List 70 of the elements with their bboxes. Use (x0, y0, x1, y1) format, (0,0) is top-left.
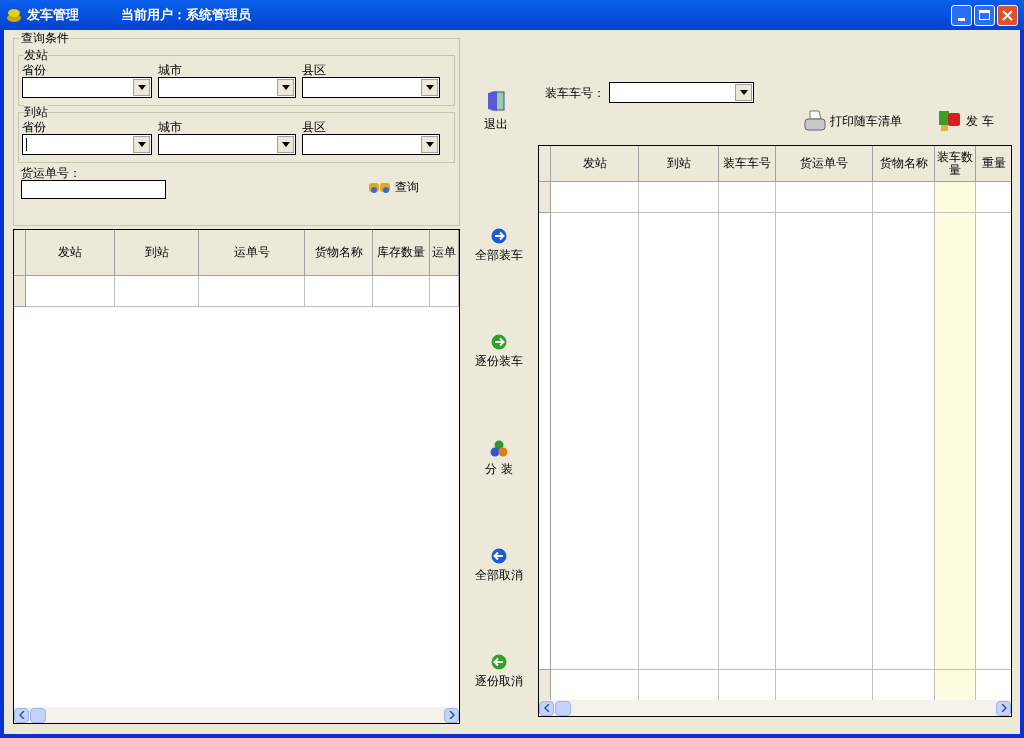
column-header[interactable]: 装车数量 (935, 146, 976, 182)
field-label: 县区 (302, 64, 326, 77)
column-header[interactable]: 货物名称 (873, 146, 935, 182)
transfer-button[interactable]: 逐份取消 (475, 654, 523, 690)
window-title: 发车管理 (27, 6, 79, 25)
dropdown-field[interactable] (22, 77, 152, 98)
table-cell (935, 669, 976, 700)
field-label: 城市 (158, 121, 182, 134)
scroll-right-icon[interactable] (444, 707, 459, 723)
left-arrow-icon (491, 654, 507, 670)
dropdown-field[interactable] (609, 82, 754, 103)
scroll-left-icon[interactable] (539, 700, 554, 716)
right-arrow-icon (491, 228, 507, 244)
groupbox-title: 到站 (24, 105, 48, 119)
column-header[interactable]: 货物名称 (305, 230, 373, 276)
printer-icon (803, 109, 828, 133)
transfer-button[interactable]: 分 装 (475, 440, 523, 478)
print-button[interactable]: 打印随车清单 (803, 109, 903, 133)
scroll-thumb[interactable] (555, 700, 571, 716)
transfer-button[interactable]: 逐份装车 (475, 334, 523, 370)
field-label: 省份 (22, 121, 46, 134)
column-header[interactable]: 到站 (639, 146, 719, 182)
groupbox-title: 查询条件 (20, 31, 70, 45)
field-label: 装车车号： (545, 84, 605, 102)
binoculars-icon (368, 180, 392, 194)
column-header[interactable]: 货运单号 (776, 146, 873, 182)
dropdown-field[interactable] (302, 134, 440, 155)
column-header[interactable]: 发站 (551, 146, 639, 182)
corner-header (14, 230, 26, 276)
horizontal-scrollbar[interactable] (14, 707, 459, 723)
field-label: 县区 (302, 121, 326, 134)
column-header[interactable]: 到站 (115, 230, 199, 276)
maximize-button[interactable] (974, 4, 995, 26)
dropdown-field[interactable] (22, 134, 152, 155)
left-arrow-icon (491, 548, 507, 564)
depart-button[interactable]: 发 车 (938, 109, 994, 133)
maximize-icon (979, 10, 990, 20)
scroll-thumb[interactable] (30, 707, 46, 723)
dropdown-field[interactable] (158, 134, 296, 155)
dropdown-field[interactable] (158, 77, 296, 98)
groupbox-title: 发站 (24, 48, 48, 62)
transfer-button[interactable]: 全部取消 (475, 548, 523, 584)
coins-icon (6, 7, 22, 23)
corner-header (539, 146, 551, 182)
minimize-button[interactable] (951, 4, 972, 26)
waybill-input[interactable] (21, 180, 166, 199)
minimize-icon (958, 17, 965, 21)
scroll-left-icon[interactable] (14, 707, 29, 723)
transfer-button[interactable]: 全部装车 (475, 228, 523, 264)
column-header[interactable]: 发站 (26, 230, 115, 276)
close-button[interactable] (997, 4, 1018, 26)
right-arrow-icon (491, 334, 507, 350)
truck-icon (938, 109, 963, 133)
door-icon (486, 90, 506, 112)
scroll-right-icon[interactable] (996, 700, 1011, 716)
current-user-text: 当前用户：系统管理员 (121, 6, 251, 25)
horizontal-scrollbar[interactable] (539, 700, 1011, 716)
close-icon (1002, 9, 1013, 21)
exit-button[interactable]: 退出 (484, 90, 508, 133)
dropdown-field[interactable] (302, 77, 440, 98)
column-header[interactable]: 运单号 (199, 230, 305, 276)
search-button[interactable]: 查询 (368, 178, 419, 196)
column-header[interactable]: 库存数量 (373, 230, 430, 276)
coins-icon (490, 440, 508, 458)
field-label: 货运单号： (21, 166, 81, 180)
column-header[interactable]: 重量 (976, 146, 1011, 182)
column-header[interactable]: 装车车号 (719, 146, 776, 182)
field-label: 省份 (22, 64, 46, 77)
column-header[interactable]: 运单 (430, 230, 459, 276)
field-label: 城市 (158, 64, 182, 77)
